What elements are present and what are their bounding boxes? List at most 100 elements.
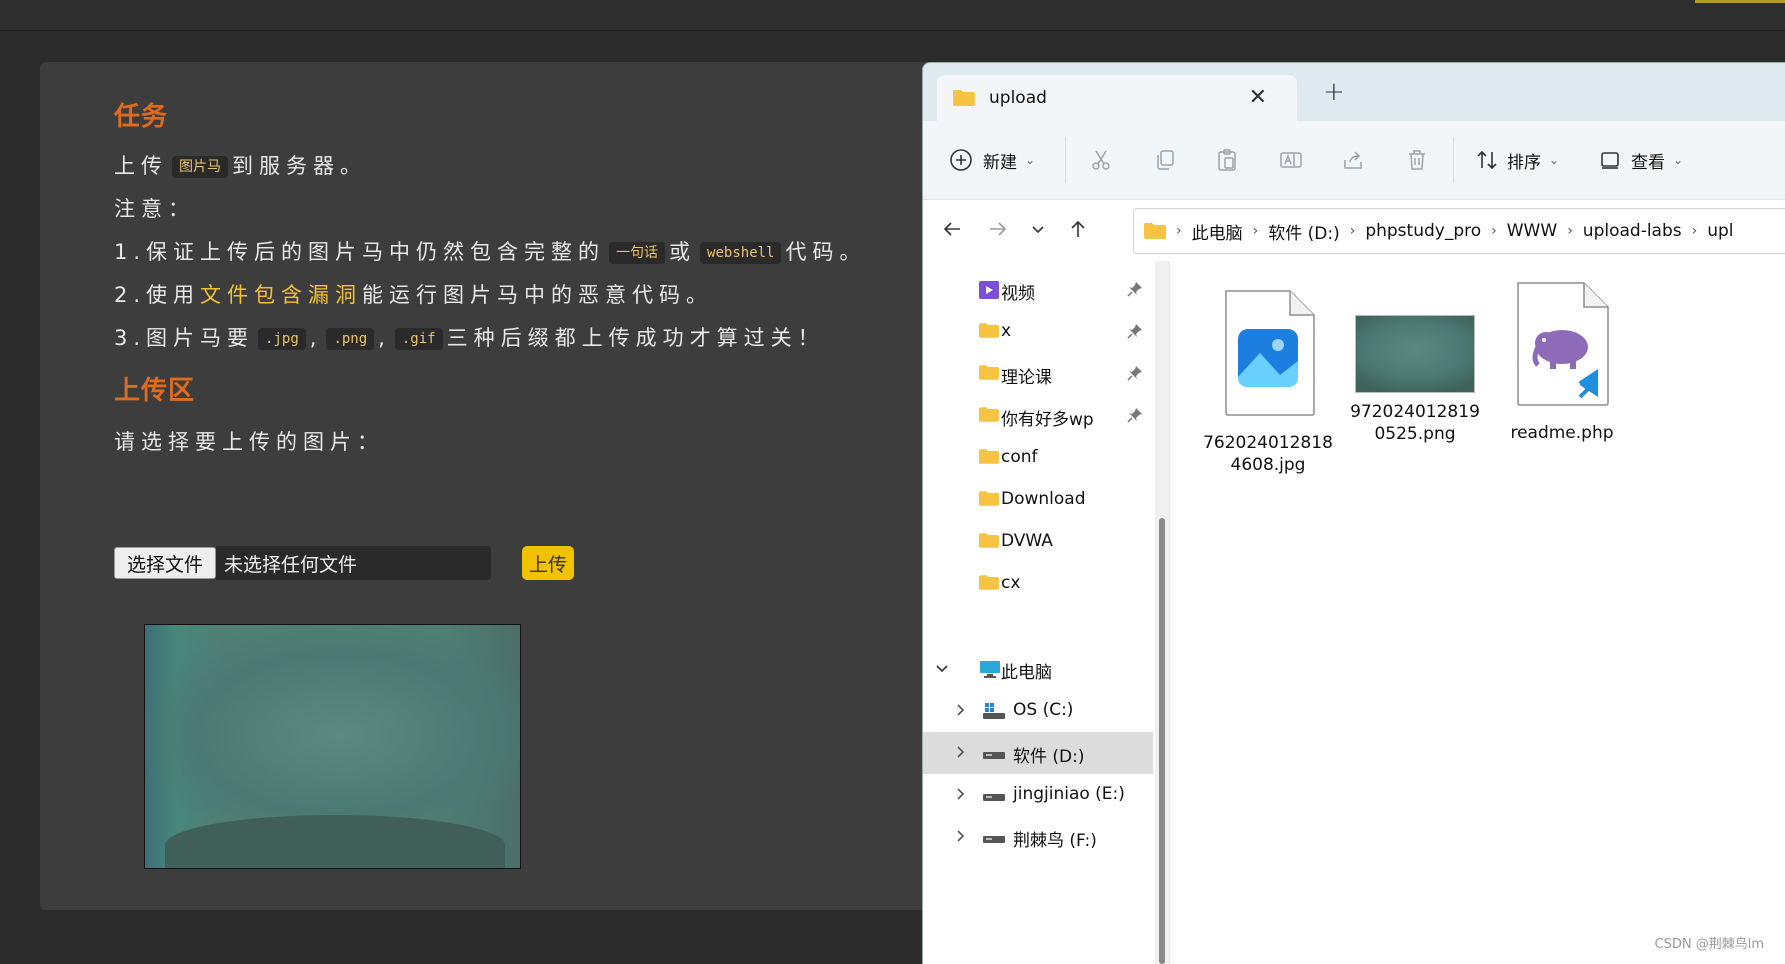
- note-label: 注意：: [114, 197, 195, 221]
- folder-icon: [979, 365, 999, 380]
- chevron-right-icon: ›: [1491, 223, 1497, 239]
- sidebar-item-dvwa[interactable]: DVWA: [923, 521, 1153, 563]
- file-input[interactable]: 选择文件 未选择任何文件: [114, 546, 492, 580]
- task-line: 上传 图片马 到服务器。: [114, 154, 367, 178]
- scissors-icon: [1092, 150, 1110, 170]
- file-item-jpg[interactable]: 762024012818 4608.jpg: [1193, 261, 1343, 476]
- chevron-right-icon: ›: [1252, 223, 1259, 239]
- select-prompt: 请选择要上传的图片：: [114, 430, 384, 454]
- sidebar-item-drive-e[interactable]: jingjiniao (E:): [923, 774, 1153, 816]
- sidebar-item-conf[interactable]: conf: [923, 437, 1153, 479]
- copy-button[interactable]: [1153, 121, 1177, 199]
- upload-heading: 上传区: [114, 376, 196, 406]
- pin-icon[interactable]: [1127, 407, 1143, 423]
- add-circle-icon: [950, 149, 972, 171]
- breadcrumb-item[interactable]: upload-labs: [1583, 221, 1682, 241]
- file-item-php[interactable]: readme.php: [1487, 261, 1637, 444]
- code-tag: .png: [326, 328, 375, 350]
- sidebar-item-theory[interactable]: 理论课: [923, 353, 1153, 395]
- breadcrumb-item[interactable]: 此电脑: [1192, 219, 1243, 244]
- note-1: 1.保证上传后的图片马中仍然包含完整的 一句话或 webshell 代码。: [114, 240, 867, 264]
- folder-icon: [953, 90, 975, 106]
- close-tab-icon[interactable]: ✕: [1249, 85, 1267, 110]
- sidebar-item-x[interactable]: x: [923, 311, 1153, 353]
- trash-icon: [1409, 150, 1425, 170]
- paste-button[interactable]: [1215, 121, 1239, 199]
- upload-lab-card: 任务 上传 图片马 到服务器。 注意： 1.保证上传后的图片马中仍然包含完整的 一句话…: [40, 62, 940, 910]
- share-button[interactable]: [1341, 121, 1365, 199]
- sidebar-item-drive-c[interactable]: OS (C:): [923, 690, 1153, 732]
- toolbar-separator: [1065, 137, 1066, 183]
- breadcrumb-item[interactable]: WWW: [1507, 221, 1557, 241]
- breadcrumb-item[interactable]: 软件 (D:): [1268, 219, 1340, 244]
- pin-icon[interactable]: [1127, 323, 1143, 339]
- forward-icon[interactable]: [983, 214, 1013, 244]
- rename-button[interactable]: [1279, 121, 1303, 199]
- sidebar-item-drive-d[interactable]: 软件 (D:): [923, 732, 1153, 774]
- choose-file-button[interactable]: 选择文件: [114, 547, 217, 579]
- folder-icon: [979, 491, 999, 506]
- top-bar: [0, 0, 1785, 31]
- address-bar[interactable]: › 此电脑 › 软件 (D:) › phpstudy_pro › WWW › uploa…: [1133, 208, 1785, 254]
- sidebar-scrollbar-thumb[interactable]: [1159, 518, 1165, 964]
- sidebar-item-wp[interactable]: 你有好多wp: [923, 395, 1153, 437]
- folder-icon: [1144, 223, 1166, 239]
- sort-button[interactable]: 排序 ⌄: [1475, 121, 1559, 199]
- pin-icon[interactable]: [1127, 281, 1143, 297]
- new-label: 新建: [983, 152, 1017, 173]
- drive-icon: [983, 752, 1005, 759]
- chevron-right-icon[interactable]: [953, 828, 967, 848]
- view-icon: [1601, 152, 1619, 169]
- file-explorer-window: upload ✕ + 新建 ⌄ 排序 ⌄ 查看 ⌄ › 此电脑 › 软件 (D:…: [922, 62, 1785, 964]
- folder-icon: [979, 533, 999, 548]
- top-accent: [1695, 0, 1785, 3]
- chevron-right-icon[interactable]: [953, 702, 967, 722]
- sidebar-item-this-pc[interactable]: 此电脑: [923, 648, 1153, 690]
- pin-icon[interactable]: [1127, 365, 1143, 381]
- view-button[interactable]: 查看 ⌄: [1599, 121, 1683, 199]
- tab-upload[interactable]: upload ✕: [937, 75, 1297, 121]
- view-label: 查看: [1631, 152, 1665, 173]
- cut-button[interactable]: [1089, 121, 1113, 199]
- folder-icon: [979, 449, 999, 464]
- chevron-right-icon: ›: [1176, 223, 1182, 239]
- recent-locations-icon[interactable]: [1023, 214, 1053, 244]
- sidebar-item-cx[interactable]: cx: [923, 563, 1153, 605]
- copy-icon: [1157, 150, 1174, 170]
- sidebar-item-video[interactable]: 视频: [923, 269, 1153, 311]
- breadcrumb-item[interactable]: phpstudy_pro: [1365, 221, 1481, 241]
- sort-label: 排序: [1507, 152, 1541, 173]
- command-bar: 新建 ⌄ 排序 ⌄ 查看 ⌄: [923, 121, 1785, 200]
- back-icon[interactable]: [937, 214, 967, 244]
- up-icon[interactable]: [1063, 214, 1093, 244]
- drive-icon: [983, 794, 1005, 801]
- task-heading: 任务: [114, 102, 169, 132]
- tab-title: upload: [989, 88, 1047, 108]
- code-tag: 图片马: [172, 156, 228, 178]
- folder-icon: [979, 575, 999, 590]
- uploaded-image-preview: [144, 624, 521, 869]
- php-file-icon: [1517, 282, 1609, 406]
- code-tag: .jpg: [258, 328, 306, 350]
- rename-icon: [1280, 152, 1302, 168]
- delete-button[interactable]: [1405, 121, 1429, 199]
- code-tag: 一句话: [609, 242, 666, 264]
- file-item-png[interactable]: 972024012819 0525.png: [1340, 261, 1490, 445]
- breadcrumb-item[interactable]: upl: [1707, 221, 1733, 241]
- sidebar-item-drive-f[interactable]: 荆棘鸟 (F:): [923, 816, 1153, 858]
- chevron-down-icon: ⌄: [1549, 153, 1560, 167]
- paste-icon: [1218, 149, 1236, 171]
- chevron-right-icon[interactable]: [953, 786, 967, 806]
- new-button[interactable]: 新建 ⌄: [949, 121, 1035, 199]
- computer-icon: [980, 661, 1000, 678]
- toolbar-separator: [1453, 137, 1454, 183]
- upload-button[interactable]: 上传: [522, 546, 575, 580]
- drive-icon: [983, 836, 1005, 843]
- sidebar-item-download[interactable]: Download: [923, 479, 1153, 521]
- image-file-icon: [1225, 290, 1315, 416]
- chevron-right-icon[interactable]: [953, 744, 967, 764]
- chevron-down-icon[interactable]: [935, 660, 949, 680]
- note-2: 2.使用文件包含漏洞能运行图片马中的恶意代码。: [114, 283, 714, 307]
- new-tab-icon[interactable]: +: [1323, 77, 1345, 107]
- share-icon: [1344, 151, 1362, 169]
